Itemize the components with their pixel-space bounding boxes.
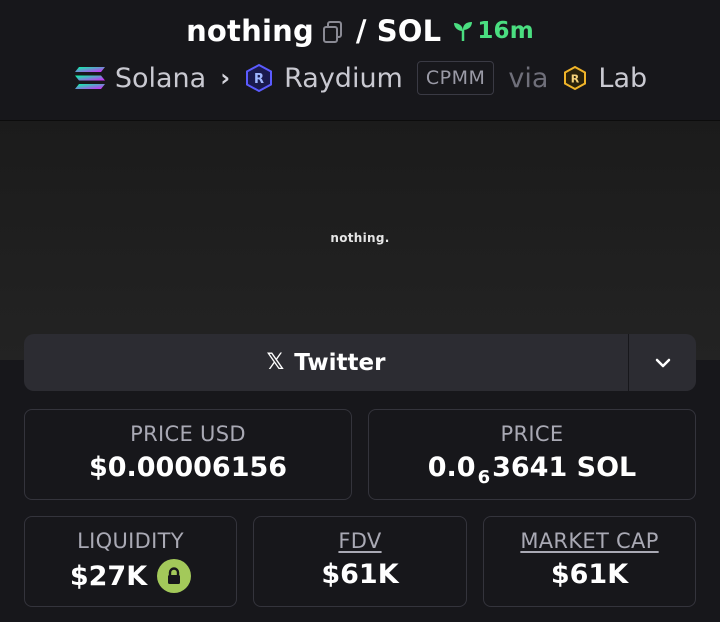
x-logo-icon: 𝕏 [266, 350, 285, 375]
svg-text:R: R [254, 72, 264, 87]
twitter-label: Twitter [294, 349, 386, 376]
market-cap-value: $61K [550, 559, 629, 590]
raydium-icon: R [246, 63, 273, 93]
price-native-card: PRICE 0.0 6 3641 SOL [368, 409, 696, 500]
price-suffix: 3641 SOL [492, 452, 637, 483]
copy-icon[interactable] [322, 20, 344, 44]
market-cap-card: MARKET CAP $61K [483, 516, 696, 607]
price-native-value: 0.0 6 3641 SOL [369, 452, 695, 488]
liquidity-card: LIQUIDITY $27K [24, 516, 237, 607]
token-banner: nothing. [0, 120, 720, 360]
fdv-card: FDV $61K [253, 516, 467, 607]
pool-type-badge: CPMM [416, 61, 495, 95]
lab-icon: R [564, 65, 587, 91]
liquidity-value: $27K [69, 560, 148, 592]
chevron-down-icon [655, 358, 670, 367]
price-native-label: PRICE [500, 422, 564, 446]
price-usd-value: $0.00006156 [88, 452, 288, 483]
price-usd-label: PRICE USD [130, 422, 246, 446]
social-links-bar: 𝕏 Twitter [24, 334, 696, 391]
more-links-button[interactable] [628, 334, 696, 391]
launchpad-name[interactable]: Lab [598, 63, 647, 94]
sprout-icon [454, 22, 473, 41]
pair-age-badge: 16m [451, 18, 534, 44]
price-prefix: 0.0 [427, 452, 476, 483]
lock-icon[interactable] [157, 559, 192, 593]
pair-header: nothing / SOL 16m Solana › R Raydium CPM… [0, 0, 720, 120]
price-usd-card: PRICE USD $0.00006156 [24, 409, 352, 500]
banner-text: nothing. [330, 231, 390, 245]
fdv-value: $61K [321, 559, 399, 590]
chain-name[interactable]: Solana [115, 63, 206, 94]
dex-name[interactable]: Raydium [284, 63, 403, 94]
pair-age: 16m [477, 18, 534, 44]
pair-breadcrumb: Solana › R Raydium CPMM via R Lab [0, 60, 720, 96]
price-zero-count: 6 [477, 467, 491, 488]
quote-token: SOL [376, 14, 442, 48]
chevron-right-icon: › [220, 64, 231, 92]
svg-text:R: R [571, 73, 580, 86]
pair-separator: / [355, 14, 367, 48]
solana-icon [74, 67, 105, 89]
via-label: via [508, 62, 549, 94]
twitter-button[interactable]: 𝕏 Twitter [24, 334, 628, 391]
fdv-label[interactable]: FDV [254, 529, 466, 553]
liquidity-label: LIQUIDITY [77, 529, 184, 553]
market-cap-label[interactable]: MARKET CAP [484, 529, 695, 553]
token-name: nothing [186, 14, 314, 48]
pair-title: nothing / SOL 16m [0, 14, 720, 48]
liquidity-value-row: $27K [25, 559, 236, 593]
